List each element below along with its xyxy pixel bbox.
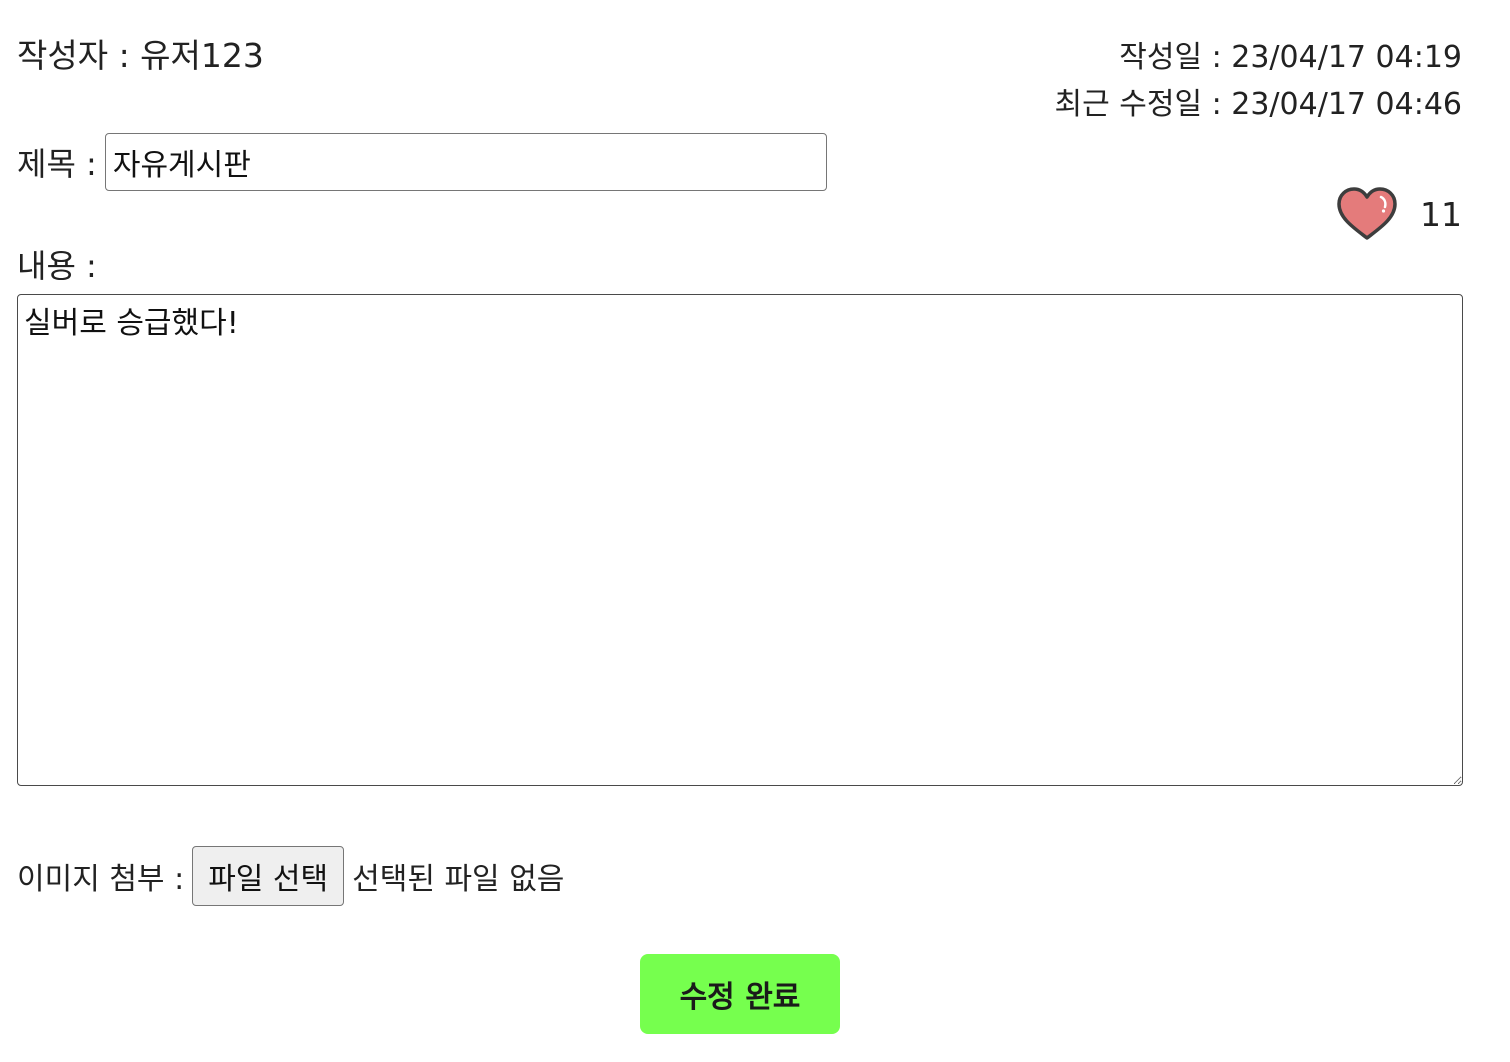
submit-edit-button[interactable]: 수정 완료 xyxy=(640,954,840,1034)
title-label: 제목 : xyxy=(17,145,97,183)
post-dates: 작성일 : 23/04/17 04:19 최근 수정일 : 23/04/17 0… xyxy=(1055,34,1462,128)
like-count: 11 xyxy=(1420,194,1462,234)
attach-label: 이미지 첨부 : xyxy=(17,862,185,897)
content-textarea[interactable]: 실버로 승급했다! xyxy=(17,294,1463,786)
modified-date: 최근 수정일 : 23/04/17 04:46 xyxy=(1054,87,1462,122)
file-status: 선택된 파일 없음 xyxy=(352,862,565,897)
author-info: 작성자 : 유저123 xyxy=(17,36,264,75)
heart-icon[interactable] xyxy=(1336,186,1398,242)
title-input[interactable] xyxy=(104,133,827,191)
attach-row: 이미지 첨부 : 파일 선택 선택된 파일 없음 xyxy=(17,846,564,906)
title-row: 제목 : xyxy=(17,132,827,192)
like-section: 11 xyxy=(1336,186,1462,242)
post-edit-page: 작성자 : 유저123 작성일 : 23/04/17 04:19 최근 수정일 … xyxy=(0,0,1510,1062)
file-select-button[interactable]: 파일 선택 xyxy=(192,846,345,906)
created-date: 작성일 : 23/04/17 04:19 xyxy=(1119,40,1462,75)
content-label: 내용 : xyxy=(17,247,97,285)
